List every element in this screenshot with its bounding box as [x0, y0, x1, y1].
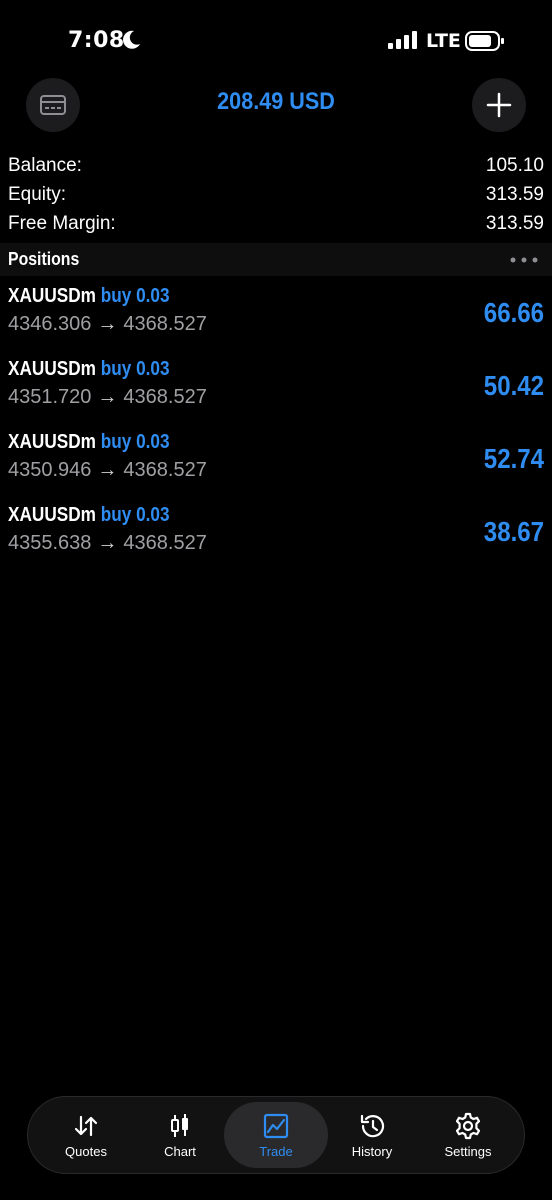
tab-quotes[interactable]: Quotes [36, 1097, 136, 1173]
open-price: 4346.306 [8, 313, 92, 335]
account-total: 208.49 USD [217, 88, 335, 115]
tab-settings-label: Settings [444, 1143, 492, 1159]
position-prices: 4350.946 → 4368.527 [8, 459, 207, 482]
balance-value: 105.10 [485, 155, 544, 176]
gear-icon [455, 1112, 481, 1139]
new-order-button[interactable] [472, 78, 526, 132]
arrow-right-icon: → [97, 313, 118, 335]
moon-icon [123, 30, 140, 49]
equity-row: Equity: 313.59 [8, 181, 544, 209]
position-profit: 38.67 [483, 516, 544, 547]
open-price: 4355.638 [8, 532, 92, 554]
position-prices: 4351.720 → 4368.527 [8, 386, 207, 409]
history-icon [360, 1114, 385, 1137]
open-price: 4350.946 [8, 459, 92, 481]
open-price: 4351.720 [8, 386, 92, 408]
battery-icon [465, 31, 504, 51]
more-icon[interactable] [510, 257, 538, 263]
position-profit: 50.42 [483, 370, 544, 401]
arrow-right-icon: → [97, 532, 118, 554]
arrow-right-icon: → [97, 459, 118, 481]
current-price: 4368.527 [123, 532, 207, 554]
tab-trade[interactable]: Trade [224, 1102, 328, 1168]
symbol-name: XAUUSDm [8, 358, 96, 380]
position-symbol: XAUUSDm buy 0.03 [8, 285, 170, 308]
position-row[interactable]: XAUUSDm buy 0.03 4351.720 → 4368.527 50.42 [0, 358, 552, 428]
free-margin-value: 313.59 [485, 213, 544, 234]
trade-icon [263, 1113, 289, 1138]
position-profit: 52.74 [483, 443, 544, 474]
symbol-name: XAUUSDm [8, 431, 96, 453]
free-margin-row: Free Margin: 313.59 [8, 210, 544, 238]
status-bar: 7:08 LTE [0, 0, 552, 80]
symbol-name: XAUUSDm [8, 285, 96, 307]
position-profit: 66.66 [483, 297, 544, 328]
position-symbol: XAUUSDm buy 0.03 [8, 358, 170, 381]
equity-label: Equity: [8, 184, 67, 205]
arrow-right-icon: → [97, 386, 118, 408]
tab-chart[interactable]: Chart [130, 1097, 230, 1173]
order-direction: buy 0.03 [100, 431, 170, 453]
plus-icon [486, 92, 512, 118]
position-row[interactable]: XAUUSDm buy 0.03 4346.306 → 4368.527 66.66 [0, 285, 552, 355]
free-margin-label: Free Margin: [8, 213, 116, 234]
tab-chart-label: Chart [164, 1143, 196, 1159]
quotes-icon [74, 1115, 98, 1136]
status-time: 7:08 [68, 28, 125, 53]
balance-row: Balance: 105.10 [8, 152, 544, 180]
position-row[interactable]: XAUUSDm buy 0.03 4355.638 → 4368.527 38.67 [0, 504, 552, 574]
position-row[interactable]: XAUUSDm buy 0.03 4350.946 → 4368.527 52.74 [0, 431, 552, 501]
order-direction: buy 0.03 [100, 504, 170, 526]
equity-value: 313.59 [485, 184, 544, 205]
network-label: LTE [426, 30, 461, 52]
position-symbol: XAUUSDm buy 0.03 [8, 504, 170, 527]
current-price: 4368.527 [123, 386, 207, 408]
current-price: 4368.527 [123, 459, 207, 481]
candlestick-icon [171, 1113, 188, 1137]
tab-quotes-label: Quotes [65, 1143, 107, 1159]
balance-label: Balance: [8, 155, 82, 176]
order-direction: buy 0.03 [100, 285, 170, 307]
tab-settings[interactable]: Settings [418, 1097, 518, 1173]
position-prices: 4346.306 → 4368.527 [8, 313, 207, 336]
signal-icon [388, 31, 417, 49]
tab-trade-label: Trade [259, 1143, 293, 1159]
trade-screen: 7:08 LTE 208.49 USD Balance: 105.10 Equi… [0, 0, 552, 1200]
position-prices: 4355.638 → 4368.527 [8, 532, 207, 555]
order-direction: buy 0.03 [100, 358, 170, 380]
bottom-tab-bar: Quotes Chart Trade History Settings [27, 1096, 525, 1174]
tab-history[interactable]: History [322, 1097, 422, 1173]
position-symbol: XAUUSDm buy 0.03 [8, 431, 170, 454]
current-price: 4368.527 [123, 313, 207, 335]
tab-history-label: History [351, 1143, 393, 1159]
symbol-name: XAUUSDm [8, 504, 96, 526]
positions-header: Positions [0, 243, 552, 276]
positions-title: Positions [8, 249, 80, 269]
